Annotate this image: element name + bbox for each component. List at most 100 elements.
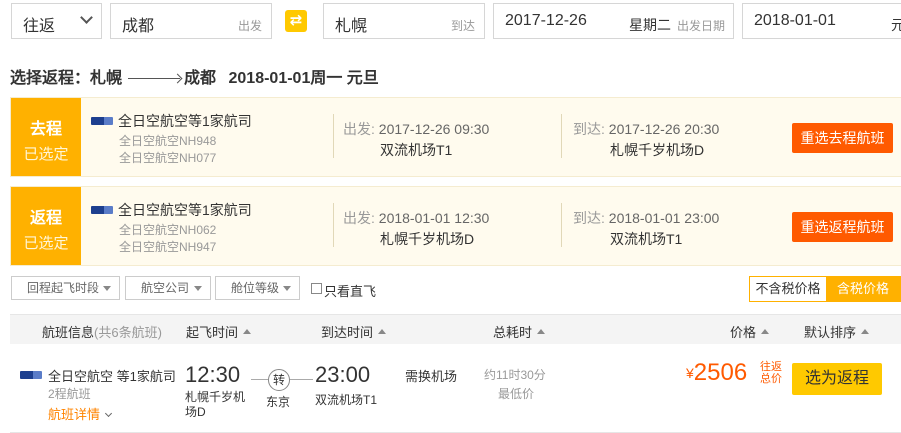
depart-info: 出发: 2018-01-01 12:30: [343, 208, 489, 228]
arrive-info: 到达: 2017-12-26 20:30: [573, 119, 719, 139]
direct-only-label[interactable]: 只看直飞: [324, 281, 376, 300]
depart-airport: 札幌千岁机场D: [185, 390, 246, 419]
segment-count: 2程航班: [48, 387, 91, 401]
lowest-price-tag: 最低价: [498, 387, 535, 401]
airport-change-note: 需换机场: [405, 369, 458, 384]
airline-name: 全日空航空 等1家航司: [48, 369, 176, 384]
flight-number: 全日空航空NH947: [119, 240, 217, 254]
sort-label: 起飞时间: [186, 325, 239, 340]
arrow-right-icon: [128, 78, 181, 80]
transfer-city: 东京: [266, 395, 291, 409]
airline-name-text: 全日空航空等1家航司: [118, 113, 252, 129]
caret-down-icon: [283, 286, 291, 291]
price: ¥2506: [686, 359, 747, 387]
depart-info: 出发: 2017-12-26 09:30: [343, 119, 489, 139]
select-return-button[interactable]: 选为返程: [792, 363, 882, 395]
arrival-city-value: 札幌: [335, 18, 368, 35]
departure-hint: 出发: [237, 19, 262, 33]
sort-label: 总耗时: [493, 325, 533, 340]
arrive-info: 到达: 2018-01-01 23:00: [573, 208, 719, 228]
tax-excluded-option[interactable]: 不含税价格: [750, 277, 826, 301]
depart-key: 出发:: [343, 121, 375, 137]
arrive-time: 2017-12-26 20:30: [608, 121, 720, 137]
departure-date-input[interactable]: 2017-12-26 星期二 出发日期: [493, 3, 734, 39]
sort-price[interactable]: 价格: [730, 322, 770, 341]
sort-label: 到达时间: [321, 325, 374, 340]
caret-down-icon: [103, 286, 111, 291]
outbound-badge: 去程 已选定: [11, 98, 81, 176]
sort-up-icon: [761, 329, 770, 335]
title-date: 2018-01-01周一 元旦: [228, 70, 379, 87]
divider: [561, 114, 562, 158]
ana-logo-icon: [91, 117, 113, 126]
chevron-down-icon: [80, 11, 93, 24]
caret-down-icon: [194, 286, 202, 291]
cabin-class-filter[interactable]: 舱位等级: [215, 276, 300, 300]
flight-info-label: 航班信息: [42, 325, 95, 340]
filter-label: 航空公司: [141, 281, 190, 295]
reselect-outbound-button[interactable]: 重选去程航班: [792, 123, 893, 153]
arrive-airport: 双流机场T1: [315, 393, 378, 407]
depart-airport: 双流机场T1: [380, 142, 453, 158]
arrival-hint: 到达: [450, 19, 475, 33]
direct-only-checkbox[interactable]: [311, 283, 322, 294]
tax-included-option[interactable]: 含税价格: [826, 277, 900, 301]
departure-city-value: 成都: [122, 18, 155, 35]
price-tax-toggle: 不含税价格 含税价格: [749, 276, 901, 302]
reselect-return-button[interactable]: 重选返程航班: [792, 212, 893, 242]
title-from: 札幌: [90, 70, 123, 87]
trip-type-select[interactable]: 往返: [11, 3, 102, 39]
swap-cities-icon[interactable]: ⇄: [285, 10, 307, 32]
depart-key: 出发:: [343, 210, 375, 226]
airline-name-text: 全日空航空等1家航司: [118, 202, 252, 218]
departure-time-filter[interactable]: 回程起飞时段: [11, 276, 120, 300]
flight-detail-link[interactable]: 航班详情: [48, 404, 113, 423]
airline-name: 全日空航空等1家航司: [91, 200, 252, 220]
arrive-airport: 札幌千岁机场D: [610, 142, 705, 158]
ana-logo-icon: [20, 371, 42, 379]
sort-up-icon: [243, 329, 252, 335]
title-to: 成都: [184, 70, 217, 87]
ana-logo-icon: [91, 206, 113, 215]
sort-label: 价格: [730, 325, 757, 340]
flight-number: 全日空航空NH062: [119, 223, 217, 237]
badge-title: 返程: [29, 210, 62, 227]
trip-type-value: 往返: [23, 18, 56, 35]
arrival-city-input[interactable]: 札幌 到达: [323, 3, 485, 39]
divider: [333, 114, 334, 158]
depart-time: 2017-12-26 09:30: [378, 121, 490, 137]
chevron-down-icon: [104, 409, 113, 418]
depart-time: 12:30: [185, 362, 241, 387]
flight-count: (共6条航班): [94, 325, 162, 340]
depart-airport: 札幌千岁机场D: [380, 231, 475, 247]
filter-label: 回程起飞时段: [27, 281, 100, 295]
airline-filter[interactable]: 航空公司: [125, 276, 211, 300]
flight-number: 全日空航空NH948: [119, 134, 217, 148]
results-header: 航班信息(共6条航班) 起飞时间 到达时间 总耗时 价格 默认排序: [10, 314, 901, 344]
price-value: 2506: [693, 359, 748, 386]
badge-status: 已选定: [23, 235, 69, 252]
sort-depart-time[interactable]: 起飞时间: [186, 322, 252, 341]
divider: [333, 203, 334, 247]
transfer-icon: 转: [268, 369, 290, 391]
return-badge: 返程 已选定: [11, 187, 81, 265]
flight-booking-page: 往返 成都 出发 ⇄ 札幌 到达 2017-12-26 星期二 出发日期 201…: [0, 0, 901, 433]
sort-up-icon: [861, 329, 870, 335]
badge-status: 已选定: [23, 146, 69, 163]
flight-number: 全日空航空NH077: [119, 151, 217, 165]
sort-arrive-time[interactable]: 到达时间: [321, 322, 387, 341]
departure-city-input[interactable]: 成都 出发: [110, 3, 272, 39]
departure-date-value: 2017-12-26: [505, 12, 587, 29]
airline-name: 全日空航空等1家航司: [91, 111, 252, 131]
depart-time: 2018-01-01 12:30: [378, 210, 490, 226]
sort-default[interactable]: 默认排序: [804, 322, 870, 341]
currency-symbol: ¥: [686, 365, 694, 381]
arrive-time: 2018-01-01 23:00: [608, 210, 720, 226]
departure-date-hint: 出发日期: [677, 19, 726, 33]
return-date-input[interactable]: 2018-01-01 元: [742, 3, 901, 39]
detail-label: 航班详情: [48, 407, 101, 422]
return-date-value: 2018-01-01: [754, 12, 836, 29]
sort-duration[interactable]: 总耗时: [493, 322, 546, 341]
flight-result-row: 全日空航空 等1家航司 2程航班 航班详情 12:30 札幌千岁机场D 转 东京…: [10, 344, 901, 433]
arrive-key: 到达:: [573, 121, 605, 137]
